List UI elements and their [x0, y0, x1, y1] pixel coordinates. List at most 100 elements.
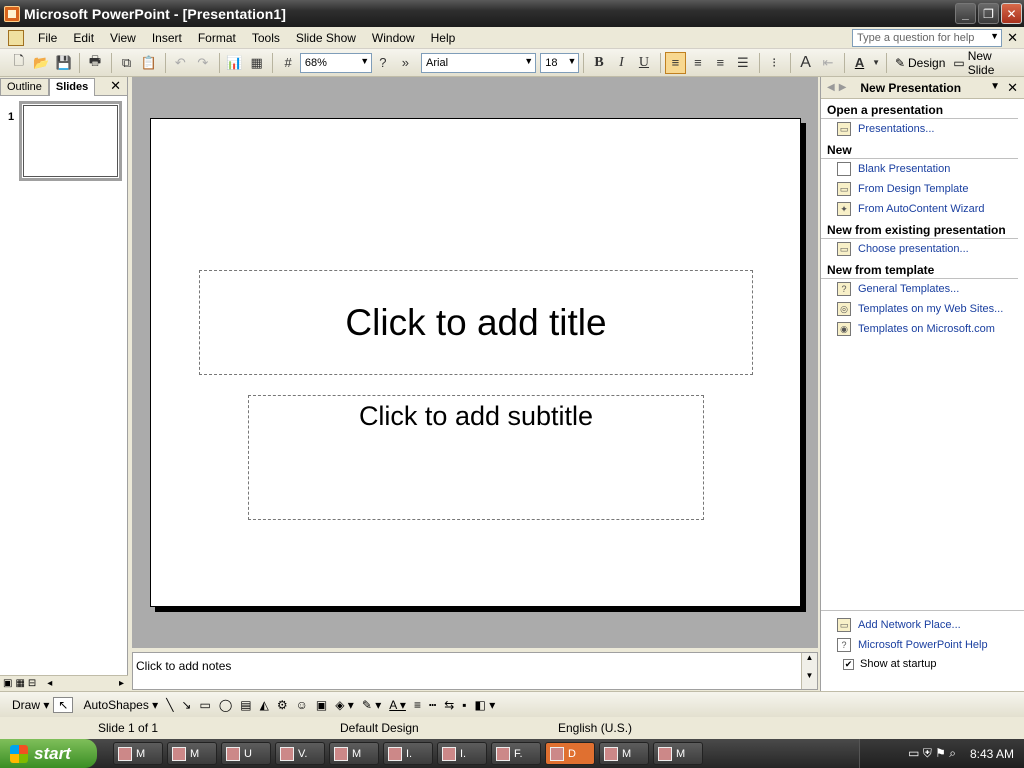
tab-outline[interactable]: Outline: [0, 78, 49, 95]
link-design-template[interactable]: ▭ From Design Template: [821, 179, 1024, 199]
bullets-icon[interactable]: ⁝: [763, 52, 784, 74]
autoshapes-menu-button[interactable]: AutoShapes ▾: [79, 698, 162, 712]
copy-icon[interactable]: ⧉: [116, 52, 137, 74]
chevron-down-icon[interactable]: ▼: [567, 56, 576, 66]
taskbar-button[interactable]: M: [329, 742, 379, 765]
scroll-right-icon[interactable]: ▸: [119, 678, 124, 689]
link-powerpoint-help[interactable]: ? Microsoft PowerPoint Help: [821, 635, 1024, 655]
menu-tools[interactable]: Tools: [244, 31, 288, 45]
taskbar-button[interactable]: V.: [275, 742, 325, 765]
link-add-network-place[interactable]: ▭ Add Network Place...: [821, 615, 1024, 635]
fill-color-icon[interactable]: ◈ ▾: [331, 698, 358, 712]
link-blank-presentation[interactable]: Blank Presentation: [821, 159, 1024, 179]
link-autocontent-wizard[interactable]: ✦ From AutoContent Wizard: [821, 199, 1024, 219]
font-select[interactable]: Arial ▼: [421, 52, 537, 73]
align-left-icon[interactable]: ≡: [664, 51, 687, 74]
minimize-button[interactable]: _: [955, 3, 976, 24]
arrow-icon[interactable]: ↘: [177, 698, 195, 712]
show-at-startup-checkbox[interactable]: ✔ Show at startup: [821, 655, 1024, 673]
notes-scrollbar[interactable]: ▲ ▼: [801, 653, 817, 689]
draw-menu-button[interactable]: Draw ▾: [8, 698, 53, 712]
align-center-icon[interactable]: ≡: [687, 52, 708, 74]
line-color-icon[interactable]: ✎ ▾: [358, 698, 385, 712]
menu-slide-show[interactable]: Slide Show: [288, 31, 364, 45]
bold-button[interactable]: B: [588, 52, 609, 74]
taskbar-button[interactable]: I.: [437, 742, 487, 765]
slide-sorter-icon[interactable]: ▦: [15, 678, 24, 689]
taskbar-button[interactable]: I.: [383, 742, 433, 765]
font-size-select[interactable]: 18 ▼: [540, 52, 580, 73]
taskbar-button[interactable]: M: [599, 742, 649, 765]
align-right-icon[interactable]: ≡: [710, 52, 731, 74]
font-color-icon[interactable]: A: [849, 52, 870, 74]
text-box-icon[interactable]: ▤: [236, 698, 255, 712]
title-placeholder[interactable]: Click to add title: [199, 270, 753, 375]
link-web-site-templates[interactable]: ◎ Templates on my Web Sites...: [821, 299, 1024, 319]
menu-help[interactable]: Help: [423, 31, 464, 45]
print-icon[interactable]: 🖶: [84, 52, 105, 74]
restore-button[interactable]: ❐: [978, 3, 999, 24]
save-icon[interactable]: 💾: [53, 52, 74, 74]
close-icon[interactable]: ✕: [110, 78, 121, 94]
menu-edit[interactable]: Edit: [65, 31, 102, 45]
taskbar-button[interactable]: U: [221, 742, 271, 765]
3d-style-icon[interactable]: ◧ ▾: [471, 698, 500, 712]
oval-icon[interactable]: ◯: [215, 698, 236, 712]
dash-style-icon[interactable]: ┅: [425, 698, 440, 712]
insert-table-icon[interactable]: ▦: [246, 52, 267, 74]
justify-icon[interactable]: ☰: [732, 52, 753, 74]
scroll-left-icon[interactable]: ◂: [47, 678, 52, 689]
chevron-down-icon[interactable]: ▼: [990, 81, 1000, 92]
start-button[interactable]: start: [0, 739, 97, 768]
chevron-down-icon[interactable]: ▼: [360, 56, 369, 66]
font-color-icon[interactable]: A ▾: [385, 698, 410, 712]
open-folder-icon[interactable]: 📂: [30, 52, 51, 74]
design-button[interactable]: ✎ Design: [891, 56, 949, 70]
powerpoint-app-icon[interactable]: [4, 5, 20, 22]
document-close-icon[interactable]: ✕: [1007, 30, 1018, 46]
menu-file[interactable]: File: [30, 31, 65, 45]
help-icon[interactable]: ?: [372, 52, 393, 74]
tray-icons[interactable]: ▭ ⛨ ⚑ ⌕: [908, 746, 956, 761]
chevron-down-icon[interactable]: ▼: [990, 31, 999, 41]
link-general-templates[interactable]: ? General Templates...: [821, 279, 1024, 299]
tab-slides[interactable]: Slides: [48, 78, 96, 96]
toolbar-options-icon[interactable]: »: [395, 52, 416, 74]
menu-insert[interactable]: Insert: [144, 31, 190, 45]
link-choose-presentation[interactable]: ▭ Choose presentation...: [821, 239, 1024, 259]
new-slide-button[interactable]: ▭ New Slide: [949, 49, 1024, 77]
paste-icon[interactable]: 📋: [138, 52, 159, 74]
grid-icon[interactable]: #: [277, 52, 298, 74]
chevron-down-icon[interactable]: ▼: [524, 56, 533, 66]
decrease-indent-icon[interactable]: ⇤: [817, 52, 838, 74]
taskbar-button[interactable]: M: [113, 742, 163, 765]
menu-window[interactable]: Window: [364, 31, 423, 45]
italic-button[interactable]: I: [611, 52, 632, 74]
subtitle-placeholder[interactable]: Click to add subtitle: [248, 395, 704, 520]
insert-chart-icon[interactable]: 📊: [224, 52, 245, 74]
increase-font-size-icon[interactable]: A: [795, 52, 816, 74]
taskbar-button-active[interactable]: D: [545, 742, 595, 765]
help-search-input[interactable]: Type a question for help ▼: [852, 29, 1002, 47]
taskbar-button[interactable]: M: [167, 742, 217, 765]
taskbar-button[interactable]: M: [653, 742, 703, 765]
slide-canvas[interactable]: Click to add title Click to add subtitle: [150, 118, 801, 607]
undo-icon[interactable]: ↶: [170, 52, 191, 74]
underline-button[interactable]: U: [633, 52, 654, 74]
new-file-icon[interactable]: 🗋: [8, 52, 29, 74]
menu-format[interactable]: Format: [190, 31, 244, 45]
link-microsoft-templates[interactable]: ◉ Templates on Microsoft.com: [821, 319, 1024, 339]
wordart-icon[interactable]: ◭: [256, 698, 273, 712]
arrow-style-icon[interactable]: ⇆: [440, 698, 458, 712]
line-icon[interactable]: ╲: [162, 698, 177, 712]
zoom-select[interactable]: 68% ▼: [299, 52, 373, 73]
shadow-icon[interactable]: ▪: [458, 698, 470, 712]
clip-art-icon[interactable]: ☺: [292, 698, 312, 712]
checkmark-icon[interactable]: ✔: [843, 658, 854, 670]
close-button[interactable]: ✕: [1001, 3, 1022, 24]
redo-icon[interactable]: ↷: [192, 52, 213, 74]
document-icon[interactable]: [8, 29, 24, 46]
normal-view-icon[interactable]: ▣: [3, 678, 12, 689]
taskbar-button[interactable]: F.: [491, 742, 541, 765]
back-forward-icons[interactable]: ◀▶: [827, 82, 850, 93]
